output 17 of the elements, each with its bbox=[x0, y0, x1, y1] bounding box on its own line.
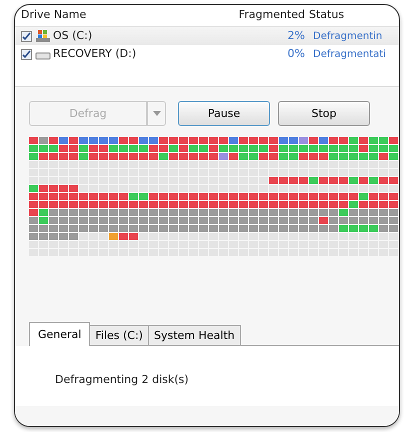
tab[interactable]: System Health bbox=[148, 325, 241, 346]
drive-name: OS (C:) bbox=[53, 28, 92, 44]
status-value: Defragmentati bbox=[312, 48, 386, 60]
fragmented-value: 2% bbox=[288, 28, 305, 42]
fragmented-header[interactable]: Fragmented bbox=[238, 8, 309, 22]
tab[interactable]: Files (C:) bbox=[89, 325, 149, 346]
action-button[interactable]: Pause bbox=[178, 101, 270, 126]
drive-row[interactable]: RECOVERY (D:) 0% Defragmentati bbox=[15, 45, 399, 63]
drive-name-header[interactable]: Drive Name bbox=[21, 8, 86, 22]
drive-name: RECOVERY (D:) bbox=[53, 46, 136, 62]
drive-row[interactable]: OS (C:) 2% Defragmentin bbox=[15, 27, 399, 45]
status-text: Defragmenting 2 disk(s) bbox=[55, 373, 189, 386]
tab[interactable]: General bbox=[29, 322, 90, 346]
status-value: Defragmentin bbox=[312, 30, 382, 42]
fragmented-value: 0% bbox=[288, 46, 305, 60]
action-button[interactable]: Stop bbox=[278, 101, 370, 126]
status-header[interactable]: Status bbox=[309, 8, 344, 22]
